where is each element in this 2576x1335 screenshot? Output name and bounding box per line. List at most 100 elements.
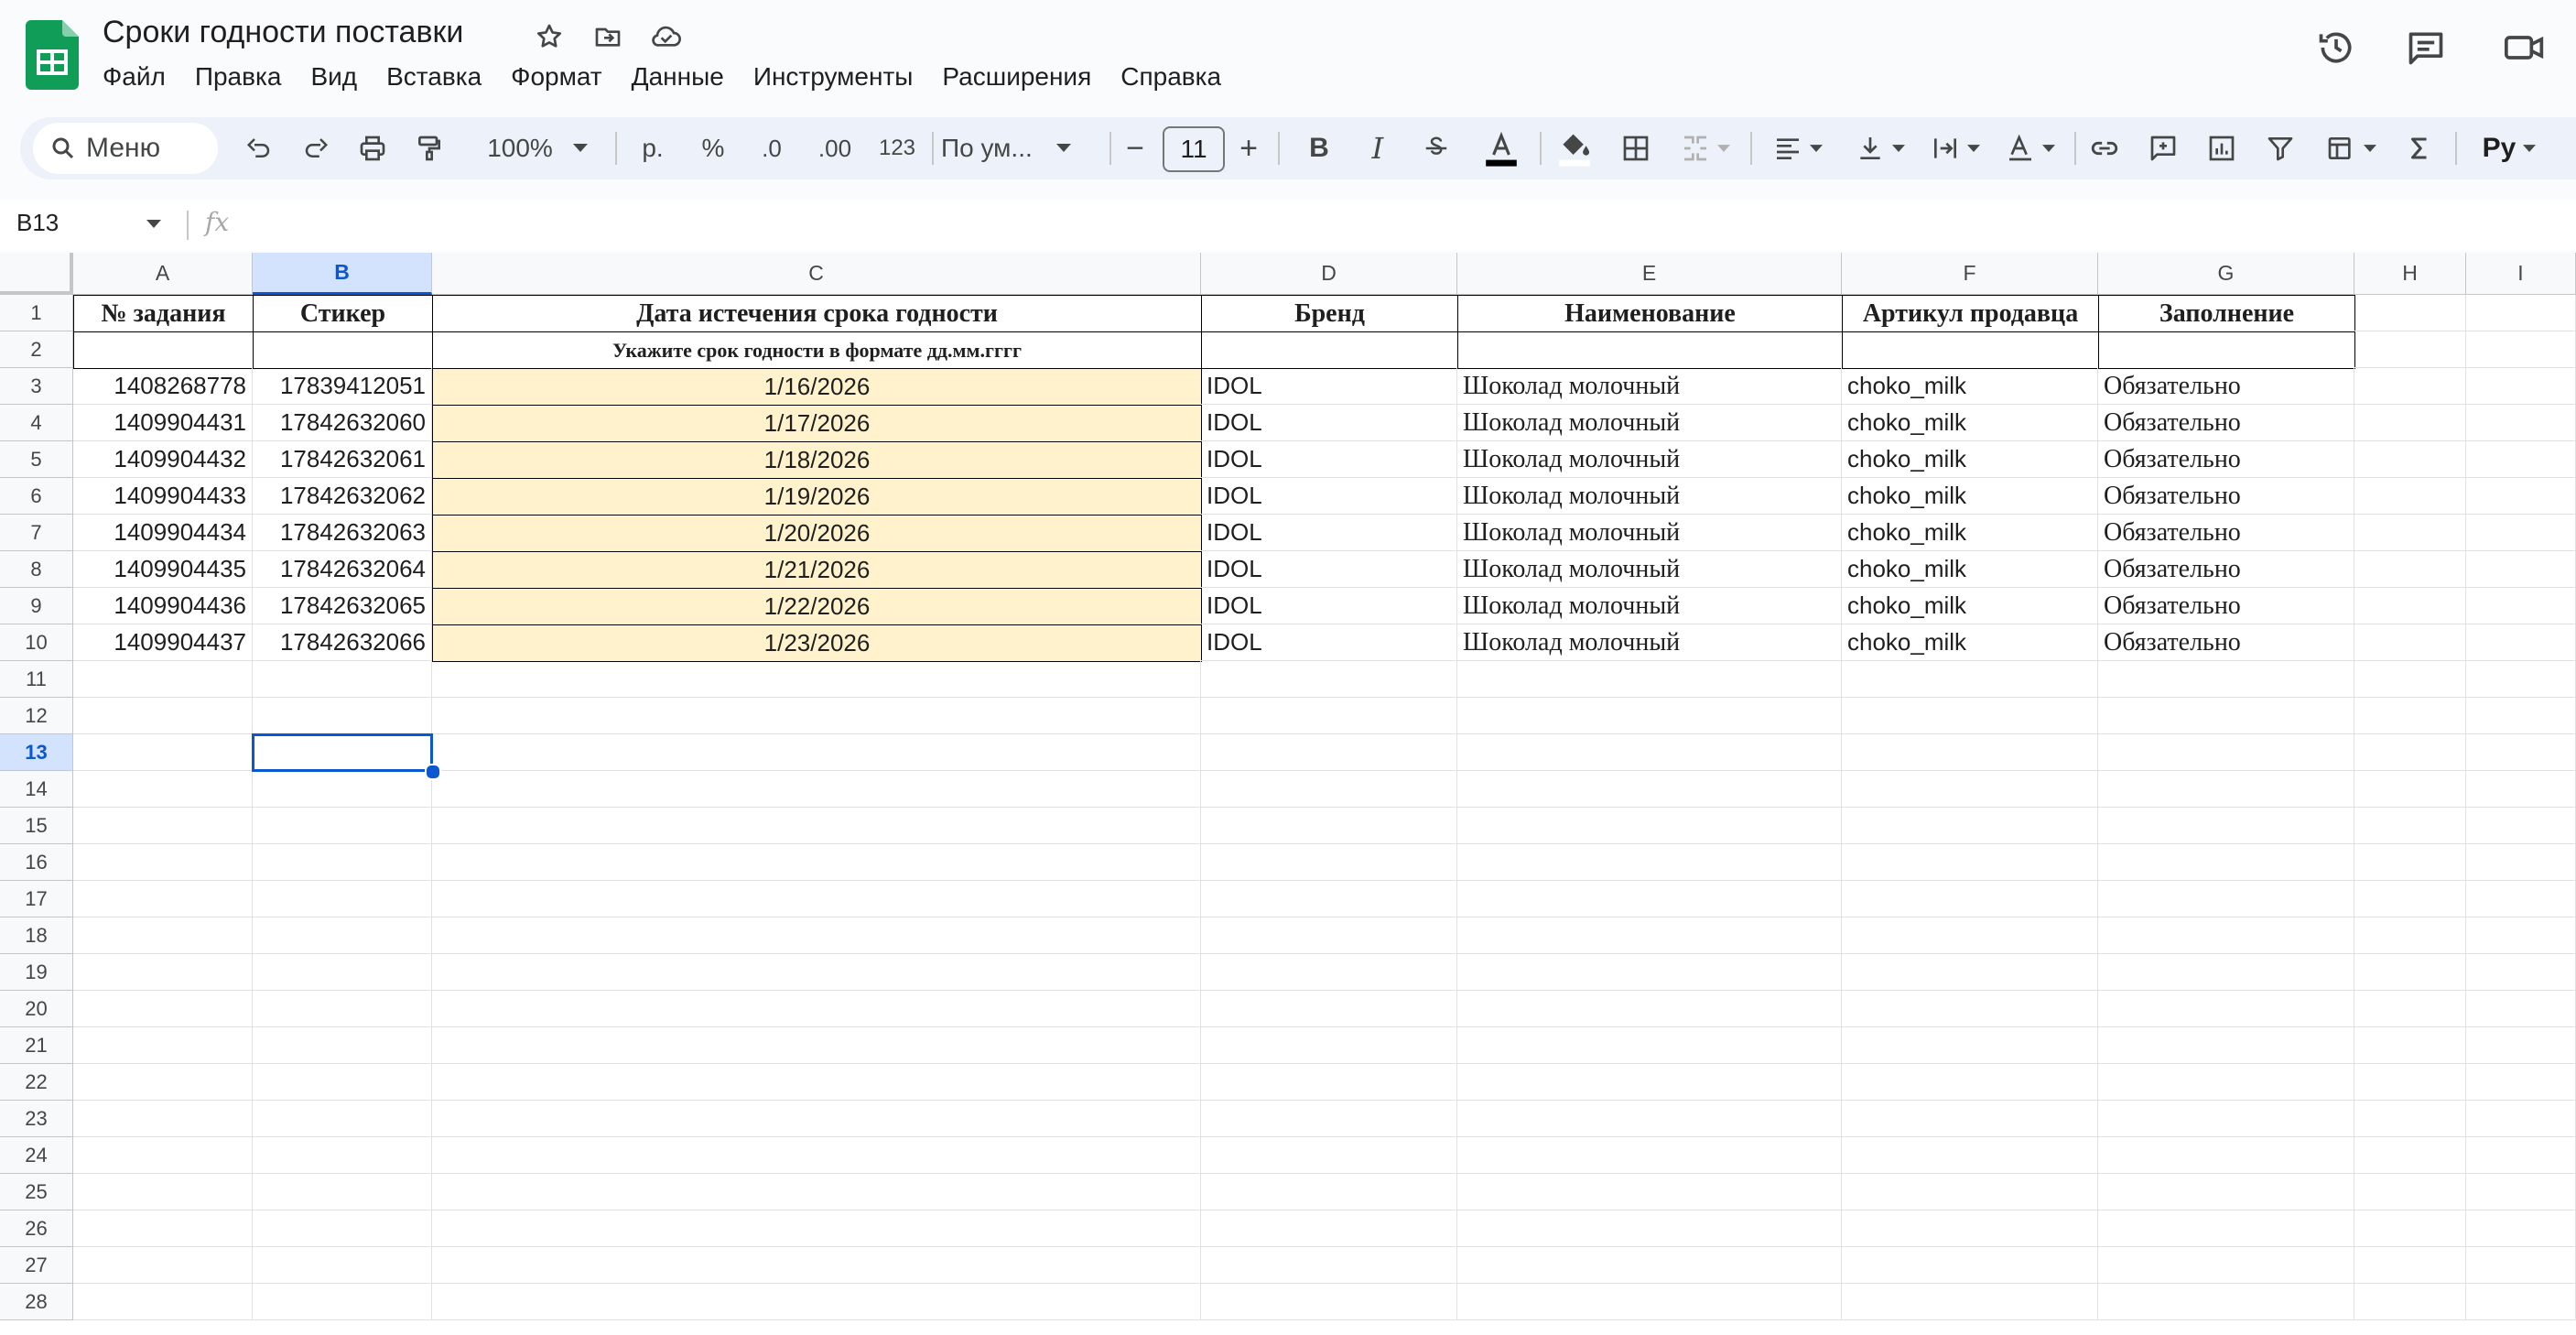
empty-cell[interactable]	[253, 1210, 432, 1247]
cell-product-name[interactable]: Шоколад молочный	[1457, 515, 1842, 551]
row-header-20[interactable]: 20	[0, 991, 73, 1027]
cell-requirement[interactable]: Обязательно	[2098, 588, 2354, 624]
empty-cell[interactable]	[2354, 1247, 2466, 1284]
format-hint[interactable]: Укажите срок годности в формате дд.мм.гг…	[432, 331, 1202, 369]
empty-cell[interactable]	[2354, 624, 2466, 661]
chevron-down-icon[interactable]	[146, 220, 161, 229]
empty-cell[interactable]	[73, 954, 253, 991]
empty-cell[interactable]	[73, 991, 253, 1027]
empty-cell[interactable]	[2354, 991, 2466, 1027]
zoom-select[interactable]: 100%	[469, 117, 606, 179]
empty-cell[interactable]	[1201, 1064, 1457, 1101]
empty-cell[interactable]	[253, 698, 432, 734]
text-rotation-icon[interactable]	[1996, 117, 2065, 179]
document-title[interactable]: Сроки годности поставки	[103, 15, 463, 50]
empty-cell[interactable]	[432, 881, 1201, 917]
empty-cell[interactable]	[1457, 1027, 1842, 1064]
empty-cell[interactable]	[73, 844, 253, 881]
empty-cell[interactable]	[432, 1137, 1201, 1174]
row-header-4[interactable]: 4	[0, 405, 73, 441]
empty-cell[interactable]	[2466, 1101, 2576, 1137]
row-header-26[interactable]: 26	[0, 1210, 73, 1247]
empty-cell[interactable]	[2466, 917, 2576, 954]
empty-cell[interactable]	[1842, 808, 2098, 844]
empty-cell[interactable]	[73, 808, 253, 844]
empty-cell[interactable]	[73, 917, 253, 954]
empty-cell[interactable]	[1842, 734, 2098, 771]
meet-icon[interactable]	[2497, 20, 2552, 75]
header-seller-sku[interactable]: Артикул продавца	[1842, 295, 2099, 332]
cell-sticker[interactable]: 17842632065	[253, 588, 432, 624]
empty-cell[interactable]	[1201, 1027, 1457, 1064]
row-header-8[interactable]: 8	[0, 551, 73, 588]
cell-expiry-date[interactable]: 1/16/2026	[432, 368, 1202, 406]
cell-brand[interactable]: IDOL	[1201, 405, 1457, 441]
empty-cell[interactable]	[2354, 588, 2466, 624]
cell-brand[interactable]: IDOL	[1201, 515, 1457, 551]
cell-seller-sku[interactable]: choko_milk	[1842, 405, 2098, 441]
empty-cell[interactable]	[432, 1064, 1201, 1101]
empty-cell[interactable]	[1201, 1101, 1457, 1137]
cell-task-number[interactable]: 1408268778	[73, 368, 253, 405]
increase-decimal-button[interactable]: .00	[809, 117, 860, 179]
row-header-25[interactable]: 25	[0, 1174, 73, 1210]
empty-cell[interactable]	[2354, 295, 2466, 331]
empty-cell[interactable]	[73, 698, 253, 734]
empty-cell[interactable]	[1842, 1101, 2098, 1137]
cell-product-name[interactable]: Шоколад молочный	[1457, 588, 1842, 624]
cell-task-number[interactable]: 1409904436	[73, 588, 253, 624]
select-all-corner[interactable]	[0, 253, 73, 295]
print-icon[interactable]	[350, 117, 395, 179]
cell-requirement[interactable]: Обязательно	[2098, 551, 2354, 588]
empty-cell[interactable]	[2466, 1137, 2576, 1174]
empty-cell[interactable]	[253, 1101, 432, 1137]
empty-cell[interactable]	[2466, 844, 2576, 881]
empty-cell[interactable]	[432, 917, 1201, 954]
empty-cell[interactable]	[1842, 771, 2098, 808]
cell-task-number[interactable]: 1409904431	[73, 405, 253, 441]
merge-cells-icon[interactable]	[1673, 117, 1737, 179]
empty-cell[interactable]	[1842, 991, 2098, 1027]
empty-cell[interactable]	[1457, 954, 1842, 991]
empty-cell[interactable]	[1201, 1174, 1457, 1210]
row-header-22[interactable]: 22	[0, 1064, 73, 1101]
empty-cell[interactable]	[2098, 1101, 2354, 1137]
hint-empty-cell[interactable]	[1201, 331, 1458, 369]
cell-expiry-date[interactable]: 1/19/2026	[432, 478, 1202, 516]
cell-product-name[interactable]: Шоколад молочный	[1457, 368, 1842, 405]
empty-cell[interactable]	[1457, 917, 1842, 954]
empty-cell[interactable]	[253, 991, 432, 1027]
filter-icon[interactable]	[2257, 117, 2303, 179]
row-header-18[interactable]: 18	[0, 917, 73, 954]
empty-cell[interactable]	[2466, 954, 2576, 991]
empty-cell[interactable]	[2098, 917, 2354, 954]
empty-cell[interactable]	[1457, 661, 1842, 698]
empty-cell[interactable]	[1842, 917, 2098, 954]
header-task-number[interactable]: № задания	[73, 295, 254, 332]
empty-cell[interactable]	[2354, 515, 2466, 551]
empty-cell[interactable]	[2466, 1027, 2576, 1064]
column-header-c[interactable]: C	[432, 253, 1201, 295]
version-history-icon[interactable]	[2309, 20, 2364, 75]
empty-cell[interactable]	[2354, 661, 2466, 698]
hint-empty-cell[interactable]	[253, 331, 433, 369]
cell-sticker[interactable]: 17842632060	[253, 405, 432, 441]
empty-cell[interactable]	[432, 734, 1201, 771]
cell-task-number[interactable]: 1409904434	[73, 515, 253, 551]
empty-cell[interactable]	[2466, 588, 2576, 624]
cell-expiry-date[interactable]: 1/20/2026	[432, 515, 1202, 552]
empty-cell[interactable]	[432, 698, 1201, 734]
empty-cell[interactable]	[2098, 661, 2354, 698]
empty-cell[interactable]	[1201, 954, 1457, 991]
empty-cell[interactable]	[73, 1027, 253, 1064]
cell-sticker[interactable]: 17842632063	[253, 515, 432, 551]
cell-seller-sku[interactable]: choko_milk	[1842, 478, 2098, 515]
empty-cell[interactable]	[1201, 844, 1457, 881]
undo-icon[interactable]	[236, 117, 282, 179]
cell-product-name[interactable]: Шоколад молочный	[1457, 551, 1842, 588]
empty-cell[interactable]	[2354, 1101, 2466, 1137]
star-icon[interactable]	[531, 18, 568, 55]
row-header-21[interactable]: 21	[0, 1027, 73, 1064]
functions-icon[interactable]	[2397, 117, 2442, 179]
empty-cell[interactable]	[2466, 771, 2576, 808]
